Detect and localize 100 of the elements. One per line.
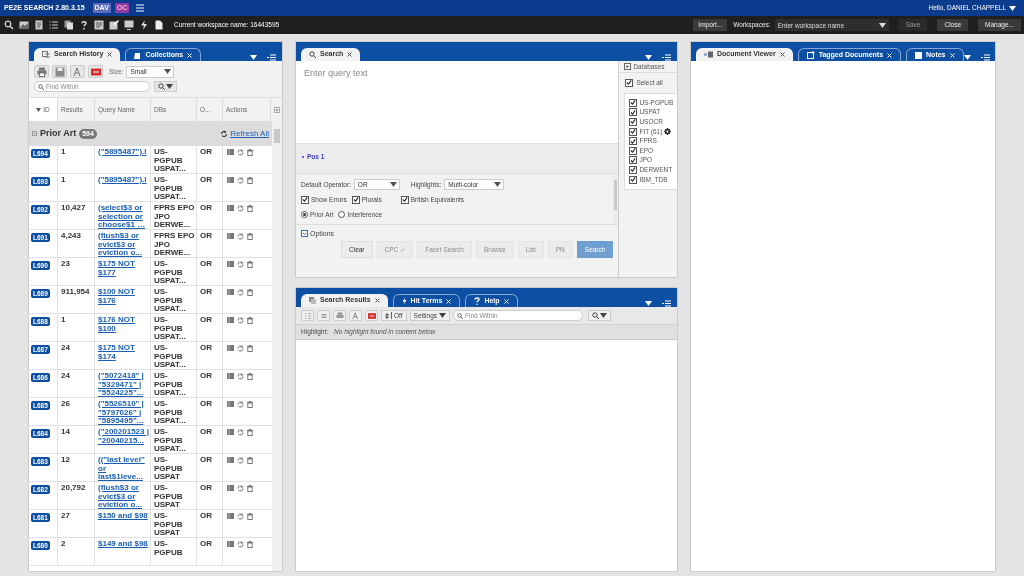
edit-button[interactable] (108, 19, 119, 31)
rerun-button[interactable] (237, 457, 244, 464)
query-link[interactable]: $175 NOT $174 (98, 344, 149, 361)
lightning-button[interactable] (138, 19, 149, 31)
pdf-button[interactable] (365, 310, 378, 321)
panel-menu-button[interactable] (662, 300, 671, 307)
radio-button[interactable] (338, 211, 346, 219)
checkbox[interactable] (400, 195, 409, 204)
pdf-button[interactable] (88, 65, 103, 78)
rerun-button[interactable] (237, 485, 244, 492)
rerun-button[interactable] (237, 541, 244, 548)
query-link[interactable]: (flush$3 or evict$3 or eviction o... (98, 484, 149, 509)
save-button[interactable] (52, 65, 67, 78)
query-link[interactable]: $100 NOT $176 (98, 288, 149, 305)
delete-button[interactable] (247, 373, 253, 380)
list-view-button[interactable] (317, 310, 330, 321)
delete-button[interactable] (247, 149, 253, 156)
query-link[interactable]: ("200201523 | "20040215... (98, 428, 149, 445)
query-text-field[interactable]: Enter query text (296, 61, 619, 144)
delete-button[interactable] (247, 205, 253, 212)
rerun-button[interactable] (237, 429, 244, 436)
panel-menu-button[interactable] (980, 54, 990, 61)
image-button[interactable] (18, 19, 29, 31)
checkbox[interactable] (629, 165, 638, 174)
search-options-button[interactable] (154, 81, 177, 92)
refresh-icon (237, 485, 244, 492)
search-options-button[interactable] (588, 310, 612, 321)
delete-button[interactable] (247, 457, 253, 464)
refresh-all-link[interactable]: Refresh All (230, 127, 269, 140)
font-size-icon (72, 66, 83, 77)
rerun-button[interactable] (237, 513, 244, 520)
checkbox[interactable] (629, 98, 638, 107)
caret-icon (389, 182, 397, 187)
search-icon (592, 312, 600, 319)
query-link[interactable]: ("5895487").l (98, 176, 149, 185)
delete-button[interactable] (247, 317, 253, 324)
caret-icon (963, 55, 971, 60)
options-toggle[interactable] (301, 230, 308, 238)
form-button[interactable] (93, 19, 104, 31)
delete-button[interactable] (247, 541, 253, 548)
query-link[interactable]: ("5072418" | "5329471" | "5524225"... (98, 372, 149, 397)
rerun-button[interactable] (237, 149, 244, 156)
checkbox[interactable] (629, 156, 638, 165)
delete-button[interactable] (247, 485, 253, 492)
rerun-button[interactable] (237, 345, 244, 352)
delete-button[interactable] (247, 513, 253, 520)
grid-view-icon (303, 311, 312, 320)
table-cell-text: US-PGPUB USPAT... (154, 372, 187, 397)
query-link[interactable]: $149 and $98 (98, 540, 149, 549)
print-button[interactable] (34, 65, 49, 78)
query-link[interactable]: $176 NOT $100 (98, 316, 149, 333)
rerun-button[interactable] (237, 205, 244, 212)
dropdown-button[interactable] (250, 55, 257, 60)
delete-button[interactable] (247, 289, 253, 296)
panel-menu-button[interactable] (662, 54, 671, 61)
query-link[interactable]: ("5526510" | "5797026" | "5895495"... (98, 400, 149, 425)
checkbox[interactable] (629, 108, 638, 117)
rerun-button[interactable] (237, 177, 244, 184)
help-button[interactable] (78, 19, 89, 31)
query-link[interactable]: ("5895487").l (98, 148, 149, 157)
file-button[interactable] (153, 19, 164, 31)
panel-menu-button[interactable] (267, 54, 276, 61)
checkbox[interactable] (629, 175, 638, 184)
delete-button[interactable] (247, 261, 253, 268)
checkbox[interactable] (301, 195, 309, 204)
font-size-button[interactable] (349, 310, 362, 321)
dropdown-button[interactable] (963, 55, 971, 60)
query-link[interactable]: (flush$3 or evict$3 or eviction o... (98, 232, 149, 257)
rerun-button[interactable] (237, 261, 244, 268)
monitor-button[interactable] (123, 19, 134, 31)
delete-button[interactable] (247, 233, 253, 240)
checkbox[interactable] (629, 137, 638, 146)
checkbox[interactable] (351, 195, 360, 204)
list-button[interactable] (48, 19, 59, 31)
radio-button[interactable] (301, 211, 308, 219)
delete-button[interactable] (247, 429, 253, 436)
query-link[interactable]: (select$3 or selection or choose$1 … (98, 204, 149, 229)
dropdown-button[interactable] (645, 301, 652, 306)
rerun-button[interactable] (237, 233, 244, 240)
font-size-button[interactable] (70, 65, 85, 78)
rerun-button[interactable] (237, 289, 244, 296)
rerun-button[interactable] (237, 401, 244, 408)
delete-button[interactable] (247, 401, 253, 408)
query-link[interactable]: $175 NOT $177 (98, 260, 149, 277)
rerun-button[interactable] (237, 373, 244, 380)
document-button[interactable] (33, 19, 44, 31)
query-link[interactable]: (("last level" or last$1leve... (98, 456, 149, 481)
checkbox[interactable] (629, 146, 638, 155)
checkbox[interactable] (625, 78, 634, 87)
dropdown-button[interactable] (645, 55, 652, 60)
delete-button[interactable] (247, 345, 253, 352)
checkbox[interactable] (629, 117, 638, 126)
delete-button[interactable] (247, 177, 253, 184)
menu-button[interactable] (135, 4, 146, 12)
rerun-button[interactable] (237, 317, 244, 324)
checkbox[interactable] (629, 127, 638, 136)
query-link[interactable]: $150 and $98 (98, 512, 149, 521)
search-button[interactable] (3, 19, 14, 31)
copy-button[interactable] (63, 19, 74, 31)
print-button[interactable] (333, 310, 346, 321)
